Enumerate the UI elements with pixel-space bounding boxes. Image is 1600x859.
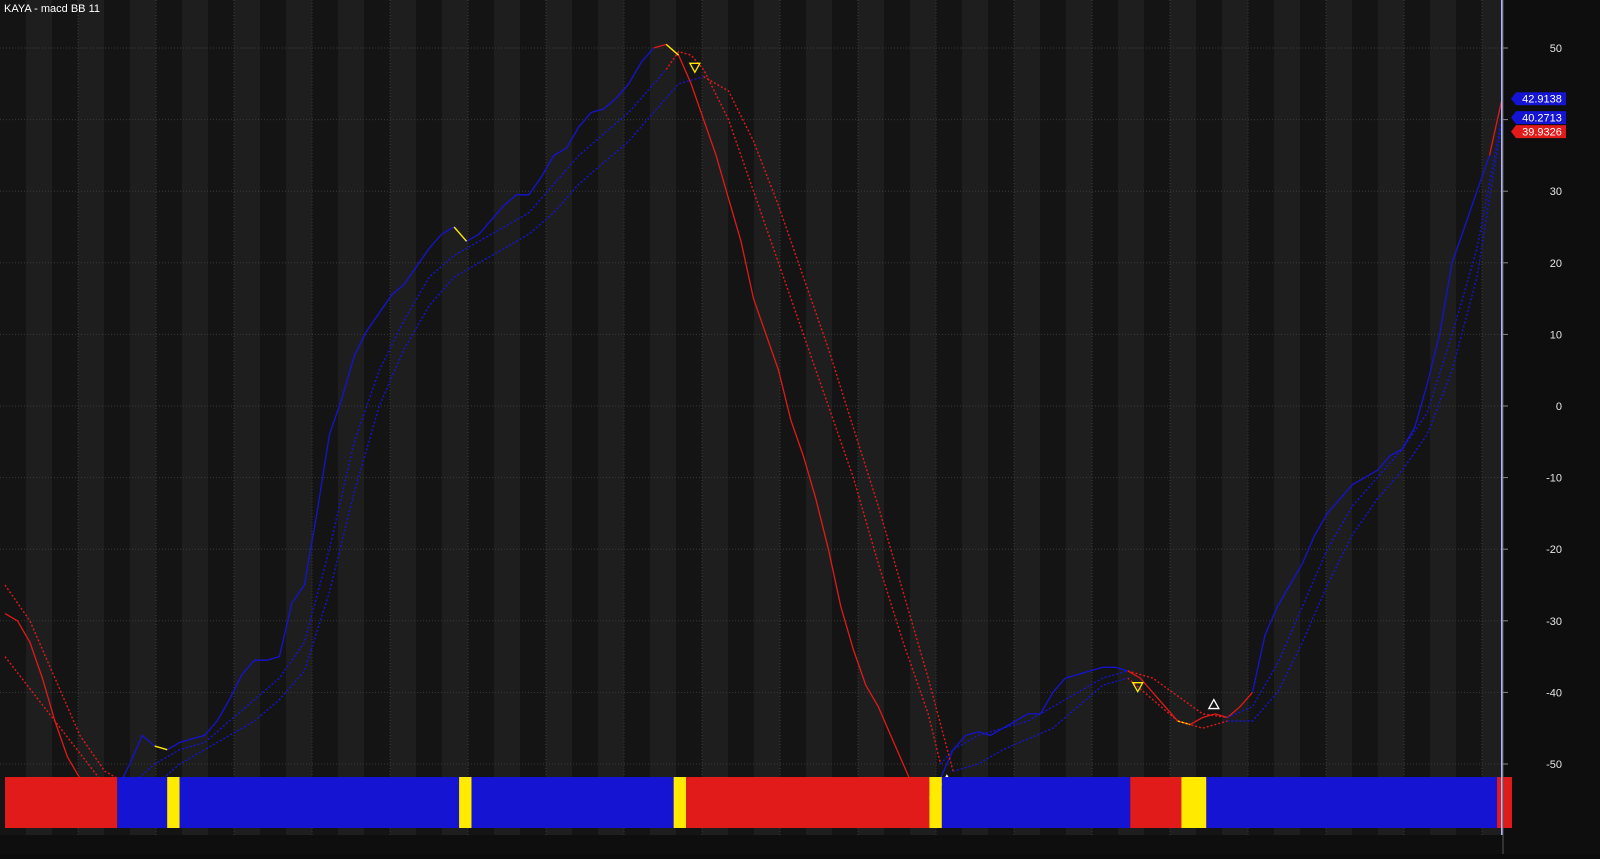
column-band [78,0,104,835]
ribbon-segment [1130,777,1182,828]
ribbon-segment [1497,777,1512,828]
column-band [130,0,156,835]
ribbon-segment [179,777,460,828]
ribbon-segment [1206,777,1498,828]
column-band [260,0,286,835]
macd-chart[interactable]: 50403020100-10-20-30-40-50 42.913840.271… [0,0,1600,854]
trend-ribbon [5,777,1512,828]
column-band [52,0,78,835]
column-band [650,0,676,835]
y-tick-label: -50 [1546,759,1562,771]
column-band [1144,0,1170,835]
column-band [832,0,858,835]
column-band [1274,0,1300,835]
y-tick-label: -20 [1546,544,1562,556]
column-band [390,0,416,835]
ribbon-segment [471,777,674,828]
column-band [1014,0,1040,835]
column-band [338,0,364,835]
column-band [494,0,520,835]
column-band [962,0,988,835]
value-label-text: 39.9326 [1522,127,1562,139]
column-band [520,0,546,835]
column-band [1248,0,1274,835]
column-band [1222,0,1248,835]
last-value-labels: 42.9138 40.2713 39.9326 [1511,92,1566,139]
column-band [936,0,962,835]
column-band [1456,0,1482,835]
column-band [1482,0,1502,835]
column-band [156,0,182,835]
value-label-text: 40.2713 [1522,113,1562,125]
column-band [286,0,312,835]
column-band [780,0,806,835]
column-band [26,0,52,835]
column-band [546,0,572,835]
column-band [1170,0,1196,835]
column-band [598,0,624,835]
column-band [208,0,234,835]
column-band [104,0,130,835]
y-tick-label: -30 [1546,616,1562,628]
column-band [676,0,702,835]
column-band [910,0,936,835]
ribbon-segment [941,777,1131,828]
column-band [754,0,780,835]
ribbon-segment [1181,777,1207,828]
y-tick-label: -40 [1546,687,1562,699]
y-tick-label: 20 [1550,258,1562,270]
column-band [624,0,650,835]
column-band [988,0,1014,835]
column-band [1352,0,1378,835]
ribbon-segment [117,777,168,828]
column-band [0,0,26,835]
ribbon-segment [5,777,118,828]
chart-title: KAYA - macd BB 11 [4,3,100,15]
column-band [1092,0,1118,835]
column-band [182,0,208,835]
ribbon-segment [673,777,687,828]
column-band [364,0,390,835]
column-band [312,0,338,835]
column-band [572,0,598,835]
y-tick-label: 50 [1550,43,1562,55]
y-tick-label: 30 [1550,186,1562,198]
column-band [1040,0,1066,835]
column-band [728,0,754,835]
y-tick-label: 10 [1550,329,1562,341]
column-band [416,0,442,835]
column-band [1378,0,1404,835]
column-band [1066,0,1092,835]
chart-panel[interactable]: 50403020100-10-20-30-40-50 42.913840.271… [0,0,1600,854]
ribbon-segment [686,777,930,828]
column-bands [0,0,1600,854]
ribbon-segment [929,777,942,828]
column-band [1300,0,1326,835]
column-band [1326,0,1352,835]
column-band [468,0,494,835]
bottom-margin [0,835,1502,854]
column-band [442,0,468,835]
y-tick-label: -10 [1546,473,1562,485]
column-band [806,0,832,835]
ribbon-segment [167,777,180,828]
column-band [884,0,910,835]
ribbon-segment [459,777,472,828]
y-tick-label: 0 [1556,401,1562,413]
column-band [234,0,260,835]
column-band [1196,0,1222,835]
value-label-text: 42.9138 [1522,94,1562,106]
column-band [1118,0,1144,835]
